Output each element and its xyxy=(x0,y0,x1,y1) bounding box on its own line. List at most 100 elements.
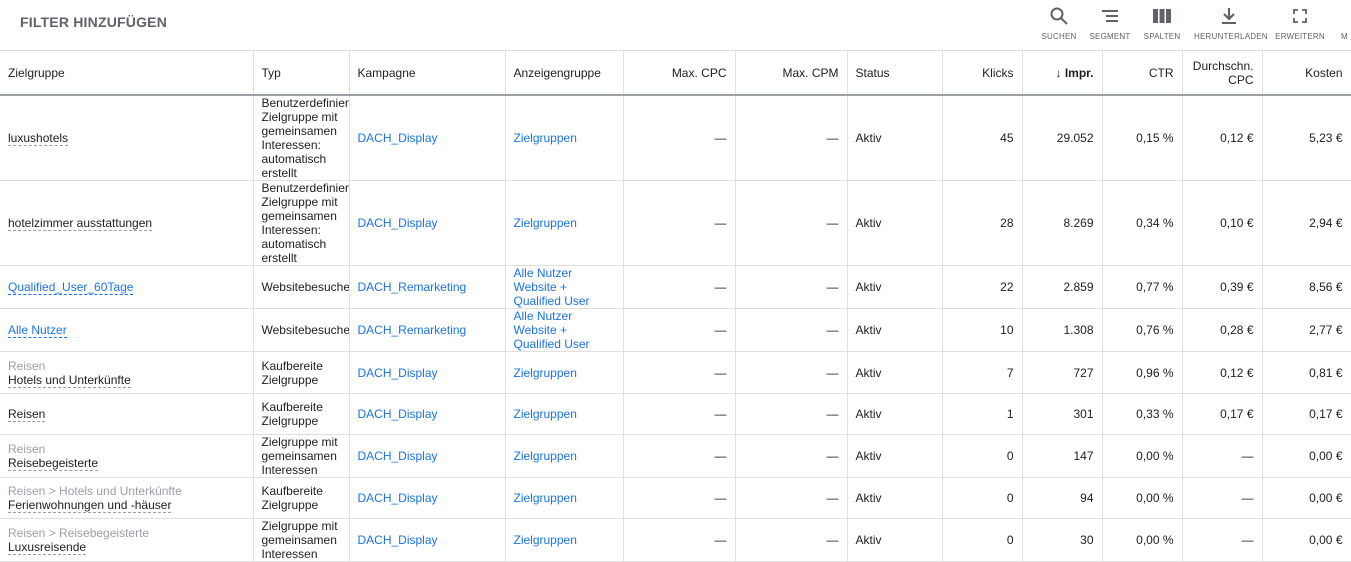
cell-typ: Kaufbereite Zielgruppe xyxy=(253,393,350,435)
table-row: Alle Nutzer Websitebesuche DACH_Remarketin… xyxy=(0,308,1351,352)
cell-kosten: 8,56 € xyxy=(1262,265,1351,309)
cell-kampagne: DACH_Display xyxy=(349,477,506,519)
col-header-kampagne[interactable]: Kampagne xyxy=(349,51,506,96)
cell-max-cpm: — xyxy=(735,393,848,435)
campaign-link[interactable]: DACH_Display xyxy=(358,533,438,547)
cell-status: Aktiv xyxy=(847,180,943,266)
audience-name[interactable]: hotelzimmer ausstattungen xyxy=(8,216,153,231)
cell-status: Aktiv xyxy=(847,95,943,181)
col-header-max-cpc[interactable]: Max. CPC xyxy=(623,51,736,96)
cell-avg-cpc: — xyxy=(1182,477,1263,519)
cell-avg-cpc: 0,17 € xyxy=(1182,393,1263,435)
expand-button[interactable]: ERWEITERN xyxy=(1265,6,1335,41)
campaign-link[interactable]: DACH_Remarketing xyxy=(358,280,467,294)
ad-group-line: Zielgruppen xyxy=(513,449,577,463)
ad-group-link[interactable]: Alle Nutzer Website + Qualified User xyxy=(514,309,615,351)
cell-klicks: 7 xyxy=(942,351,1023,394)
ad-group-link[interactable]: Zielgruppen xyxy=(514,407,615,421)
audience-name[interactable]: luxushotels xyxy=(8,131,69,146)
campaign-link[interactable]: DACH_Remarketing xyxy=(358,323,467,337)
cell-kampagne: DACH_Display xyxy=(349,95,506,181)
cell-kosten: 0,00 € xyxy=(1262,518,1351,562)
cell-ctr: 0,77 % xyxy=(1102,265,1183,309)
audience-name[interactable]: Reisebegeisterte xyxy=(8,456,99,471)
col-header-anzeigengruppe[interactable]: Anzeigengruppe xyxy=(505,51,624,96)
col-header-max-cpm[interactable]: Max. CPM xyxy=(735,51,848,96)
cell-zielgruppe: Reisen > Reisebegeisterte Luxusreisende xyxy=(0,518,254,562)
cell-status: Aktiv xyxy=(847,351,943,394)
cell-zielgruppe: luxushotels xyxy=(0,95,254,181)
cell-anzeigengruppe: Zielgruppen xyxy=(505,393,624,435)
type-line: Websitebesuche xyxy=(261,323,349,337)
cell-impr: 30 xyxy=(1022,518,1103,562)
col-header-kosten[interactable]: Kosten xyxy=(1262,51,1351,96)
ad-group-link[interactable]: Alle Nutzer Website + Qualified User xyxy=(514,266,615,308)
campaign-link[interactable]: DACH_Display xyxy=(358,449,438,463)
ad-group-link[interactable]: Zielgruppen xyxy=(514,131,615,145)
table-row: Reisen > Hotels und Unterkünfte Ferienwoh… xyxy=(0,477,1351,519)
audience-name[interactable]: Ferienwohnungen und -häuser xyxy=(8,498,172,513)
campaign-link[interactable]: DACH_Display xyxy=(358,216,438,230)
download-icon xyxy=(1222,8,1236,24)
more-button[interactable]: M xyxy=(1341,6,1351,41)
col-header-typ[interactable]: Typ xyxy=(253,51,350,96)
ad-group-link[interactable]: Zielgruppen xyxy=(514,491,615,505)
campaign-link[interactable]: DACH_Display xyxy=(358,407,438,421)
col-header-zielgruppe[interactable]: Zielgruppe xyxy=(0,51,254,96)
cell-max-cpc: — xyxy=(623,351,736,394)
cell-impr: 1.308 xyxy=(1022,308,1103,352)
download-button[interactable]: HERUNTERLADEN xyxy=(1194,6,1268,41)
ad-group-link[interactable]: Zielgruppen xyxy=(514,366,615,380)
cell-zielgruppe: Reisen > Hotels und Unterkünfte Ferienwoh… xyxy=(0,477,254,519)
col-header-klicks[interactable]: Klicks xyxy=(942,51,1023,96)
ad-group-line: Zielgruppen xyxy=(513,407,577,421)
col-header-impr[interactable]: ↓ Impr. xyxy=(1022,51,1103,96)
cell-status: Aktiv xyxy=(847,265,943,309)
audience-name[interactable]: Luxusreisende xyxy=(8,540,87,555)
ad-group-line: Website + xyxy=(513,323,567,337)
col-header-ctr[interactable]: CTR xyxy=(1102,51,1183,96)
ad-group-link[interactable]: Zielgruppen xyxy=(514,216,615,230)
cell-status: Aktiv xyxy=(847,518,943,562)
cell-kosten: 0,17 € xyxy=(1262,393,1351,435)
cell-kosten: 2,94 € xyxy=(1262,180,1351,266)
col-header-status[interactable]: Status xyxy=(847,51,943,96)
cell-typ: Websitebesuche xyxy=(253,265,350,309)
table-row: hotelzimmer ausstattungen Benutzerdefinie… xyxy=(0,180,1351,266)
type-line: Interessen xyxy=(261,463,318,477)
ad-group-link[interactable]: Zielgruppen xyxy=(514,533,615,547)
cell-klicks: 22 xyxy=(942,265,1023,309)
cell-klicks: 45 xyxy=(942,95,1023,181)
col-header-avg-cpc[interactable]: Durchschn. CPC xyxy=(1182,51,1263,96)
cell-klicks: 1 xyxy=(942,393,1023,435)
ad-group-link[interactable]: Zielgruppen xyxy=(514,449,615,463)
ad-group-line: Zielgruppen xyxy=(513,533,577,547)
table-row: Reisen Hotels und Unterkünfte Kaufbereite Z… xyxy=(0,351,1351,394)
cell-impr: 147 xyxy=(1022,434,1103,478)
col-header-avg-cpc-line2: CPC xyxy=(1228,72,1254,87)
campaign-link[interactable]: DACH_Display xyxy=(358,131,438,145)
audience-name[interactable]: Reisen xyxy=(8,407,46,422)
audience-name[interactable]: Alle Nutzer xyxy=(8,323,67,338)
cell-klicks: 0 xyxy=(942,518,1023,562)
cell-max-cpc: — xyxy=(623,95,736,181)
cell-anzeigengruppe: Zielgruppen xyxy=(505,95,624,181)
audience-name[interactable]: Hotels und Unterkünfte xyxy=(8,372,131,388)
campaign-link[interactable]: DACH_Display xyxy=(358,491,438,505)
add-filter-button[interactable]: FILTER HINZUFÜGEN xyxy=(20,14,167,30)
cell-zielgruppe: Alle Nutzer xyxy=(0,308,254,352)
cell-zielgruppe: Reisen xyxy=(0,393,254,435)
columns-button[interactable]: SPALTEN xyxy=(1127,6,1197,41)
type-line: gemeinsamen xyxy=(261,124,337,138)
audience-name[interactable]: Qualified_User_60Tage xyxy=(8,280,134,295)
cell-klicks: 0 xyxy=(942,477,1023,519)
type-line: Interessen: xyxy=(261,223,321,237)
cell-zielgruppe: Reisen Hotels und Unterkünfte xyxy=(0,351,254,394)
type-line: erstellt xyxy=(261,251,297,265)
cell-avg-cpc: 0,10 € xyxy=(1182,180,1263,266)
campaign-link[interactable]: DACH_Display xyxy=(358,366,438,380)
audience-parent-path: Reisen xyxy=(8,358,46,373)
cell-max-cpc: — xyxy=(623,518,736,562)
ad-group-line: Qualified User xyxy=(513,294,590,308)
cell-max-cpc: — xyxy=(623,393,736,435)
